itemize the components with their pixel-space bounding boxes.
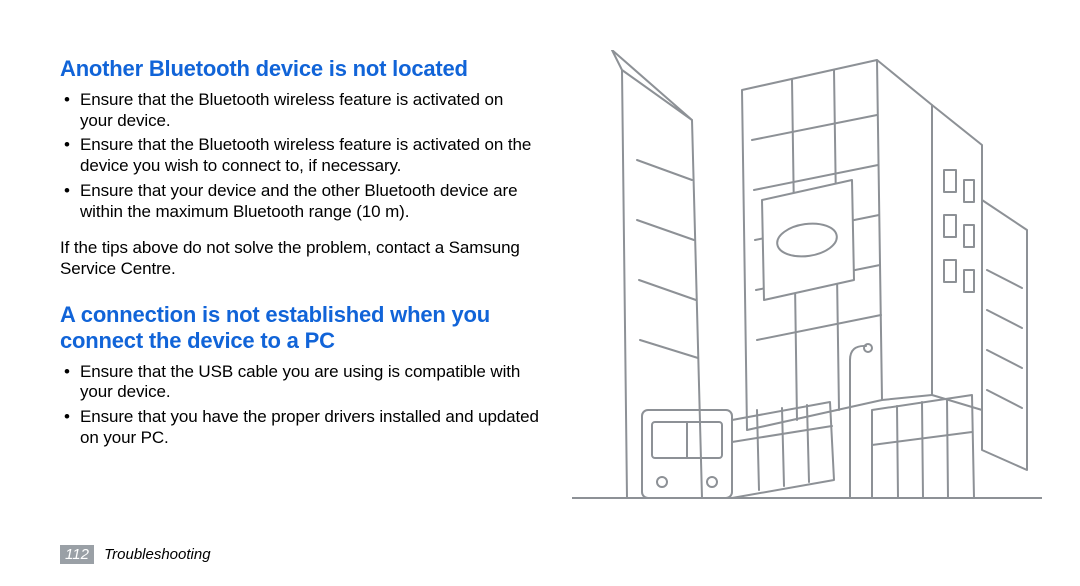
section-title: Troubleshooting: [104, 546, 210, 563]
list-item: Ensure that you have the proper drivers …: [64, 407, 540, 448]
manual-page: Another Bluetooth device is not located …: [0, 0, 1080, 586]
list-item: Ensure that the Bluetooth wireless featu…: [64, 90, 540, 131]
list-item: Ensure that the Bluetooth wireless featu…: [64, 135, 540, 176]
section2-bullet-list: Ensure that the USB cable you are using …: [64, 362, 540, 449]
content-column: Another Bluetooth device is not located …: [60, 56, 540, 449]
cityscape-icon: [572, 50, 1042, 510]
page-footer: 112 Troubleshooting: [60, 545, 211, 564]
page-number: 112: [60, 545, 94, 564]
section1-note: If the tips above do not solve the probl…: [60, 238, 540, 279]
section2-heading: A connection is not established when you…: [60, 302, 540, 354]
section1-heading: Another Bluetooth device is not located: [60, 56, 540, 82]
list-item: Ensure that the USB cable you are using …: [64, 362, 540, 403]
list-item: Ensure that your device and the other Bl…: [64, 181, 540, 222]
cityscape-illustration: [572, 50, 1042, 510]
section1-bullet-list: Ensure that the Bluetooth wireless featu…: [64, 90, 540, 222]
